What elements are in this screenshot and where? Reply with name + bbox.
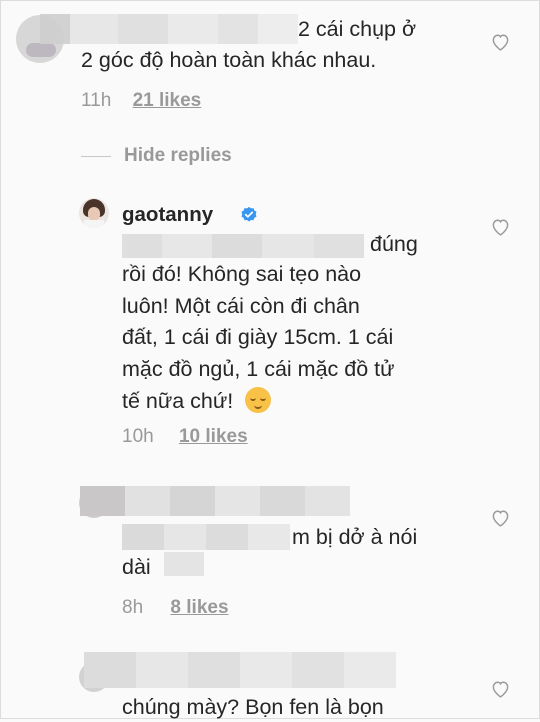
comment-time: 8h [122,597,144,618]
comment-time: 10h [122,426,154,447]
comment-line: mặc đồ ngủ, 1 cái mặc đồ tử [122,356,395,381]
comment-time: 11h [81,90,112,111]
comment-line-text: tế nữa chứ! [122,389,234,413]
avatar[interactable] [79,198,109,228]
censored-username [80,486,350,516]
comment-text: 2 cái chụp ở [298,17,417,41]
comment-text: m bị dở à nói [292,525,418,549]
heart-icon[interactable] [491,33,510,51]
censored-text [164,552,204,576]
comment-text: đúng [370,232,418,256]
username[interactable]: gaotanny [122,203,213,227]
heart-icon[interactable] [491,218,510,236]
censored-username [40,14,298,44]
likes-link[interactable]: 10 likes [179,426,248,447]
comment-line: rồi đó! Không sai tẹo nào [122,262,362,286]
censored-mention [122,524,290,550]
comment-meta: 11h 21 likes [81,90,201,112]
heart-icon[interactable] [491,509,510,527]
likes-link[interactable]: 8 likes [170,597,228,618]
comment-text: dài [122,555,151,579]
comment-meta: 10h 10 likes [122,426,248,448]
hide-replies-button[interactable]: Hide replies [124,145,232,167]
censored-mention [122,234,364,258]
comment-line: luôn! Một cái còn đi chân [122,293,360,318]
likes-link[interactable]: 21 likes [133,90,202,111]
comment-text: 2 góc độ hoàn toàn khác nhau. [81,48,377,72]
heart-icon[interactable] [491,680,510,698]
replies-divider-line [81,156,111,157]
comment-line: đất, 1 cái đi giày 15cm. 1 cái [122,325,394,349]
relieved-face-icon [245,387,272,413]
comment-line: tế nữa chứ! [122,387,395,416]
comment-meta: 8h 8 likes [122,597,229,619]
comment-text: chúng mày? Bọn fen là bọn [122,695,384,719]
comment-text: rồi đó! Không sai tẹo nào luôn! Một cái … [122,261,395,416]
verified-badge-icon [240,206,258,229]
censored-username [84,652,396,688]
